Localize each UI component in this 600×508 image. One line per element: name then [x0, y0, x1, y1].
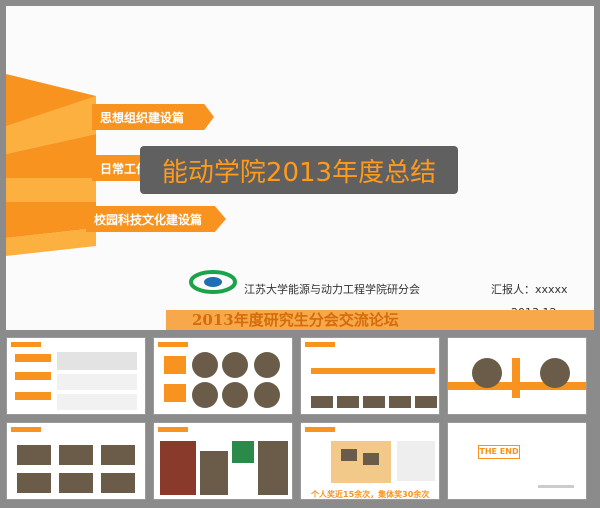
reporter: 汇报人：xxxxx	[491, 283, 568, 296]
slide-sorter-view: 思想组织建设篇 日常工作篇 校园科技文化建设篇 能动学院2013年度总结 江苏大…	[0, 0, 600, 508]
thumbnail-slide-6[interactable]	[6, 422, 146, 500]
end-label: THE END	[478, 445, 520, 459]
awards-stat: 个人奖近15余次，集体奖30余次	[311, 490, 430, 499]
thumbnail-slide-2[interactable]	[6, 337, 146, 415]
organization-name: 江苏大学能源与动力工程学院研分会	[244, 283, 420, 296]
thumbnail-slide-5[interactable]	[447, 337, 587, 415]
slide-title: 能动学院2013年度总结	[140, 146, 458, 194]
forum-title: 2013年度研究生分会交流论坛	[192, 311, 399, 329]
thumbnail-slide-9[interactable]: THE END	[447, 422, 587, 500]
menu-item-campus[interactable]: 校园科技文化建设篇	[86, 206, 226, 232]
thumbnail-slide-8[interactable]: 个人奖近15余次，集体奖30余次	[300, 422, 440, 500]
thumbnail-slide-3[interactable]	[153, 337, 293, 415]
menu-item-label: 思想组织建设篇	[100, 110, 185, 125]
main-slide[interactable]: 思想组织建设篇 日常工作篇 校园科技文化建设篇 能动学院2013年度总结 江苏大…	[6, 6, 594, 330]
menu-item-ideology[interactable]: 思想组织建设篇	[92, 104, 214, 130]
menu-item-label: 校园科技文化建设篇	[94, 212, 203, 227]
thumbnail-slide-4[interactable]	[300, 337, 440, 415]
thumbnail-slide-7[interactable]	[153, 422, 293, 500]
university-logo-icon	[189, 270, 237, 294]
